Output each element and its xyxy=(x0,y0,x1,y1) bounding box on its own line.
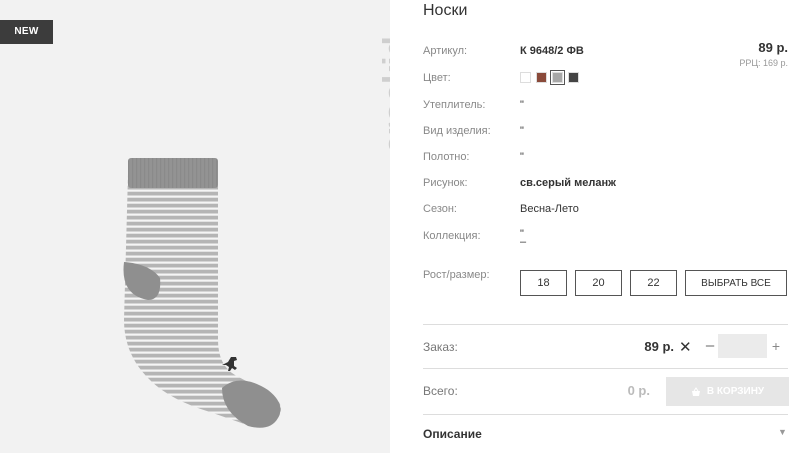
color-swatch-light-gray[interactable] xyxy=(550,70,565,85)
product-type-value: " xyxy=(520,125,524,137)
product-type-label: Вид изделия: xyxy=(423,125,491,137)
description-toggle[interactable]: Описание xyxy=(423,427,482,441)
rrc-price: РРЦ: 169 р. xyxy=(739,58,788,68)
collection-label: Коллекция: xyxy=(423,230,481,242)
color-swatches xyxy=(520,70,579,85)
order-price: 89 р. xyxy=(644,339,674,354)
total-value: 0 р. xyxy=(627,383,650,398)
size-option-18[interactable]: 18 xyxy=(520,270,567,296)
basket-icon xyxy=(691,386,700,396)
fabric-value: " xyxy=(520,151,524,163)
brand-logo: crockid xyxy=(343,14,390,159)
color-swatch-dark-gray[interactable] xyxy=(568,72,579,83)
product-title: Носки xyxy=(423,2,468,19)
product-image[interactable] xyxy=(110,150,290,430)
color-swatch-brown[interactable] xyxy=(536,72,547,83)
size-label: Рост/размер: xyxy=(423,269,490,281)
color-label: Цвет: xyxy=(423,72,451,84)
new-badge: NEW xyxy=(0,20,53,44)
product-price: 89 р. xyxy=(758,40,788,55)
divider xyxy=(423,368,788,369)
season-label: Сезон: xyxy=(423,203,457,215)
select-all-sizes-button[interactable]: ВЫБРАТЬ ВСЕ xyxy=(685,270,787,296)
brand-logo-text: crockid xyxy=(377,36,390,154)
size-option-22[interactable]: 22 xyxy=(630,270,677,296)
times-icon: ✕ xyxy=(679,339,692,356)
pattern-label: Рисунок: xyxy=(423,177,468,189)
color-swatch-white[interactable] xyxy=(520,72,531,83)
quantity-increase-button[interactable]: + xyxy=(769,336,783,356)
divider xyxy=(423,324,788,325)
order-label: Заказ: xyxy=(423,340,458,354)
insulation-value: " xyxy=(520,99,524,111)
article-value: К 9648/2 ФВ xyxy=(520,45,584,57)
pattern-value: св.серый меланж xyxy=(520,177,616,189)
article-label: Артикул: xyxy=(423,45,468,57)
size-option-20[interactable]: 20 xyxy=(575,270,622,296)
chevron-down-icon[interactable]: ▼ xyxy=(778,427,787,437)
add-to-cart-label: В КОРЗИНУ xyxy=(706,386,765,397)
insulation-label: Утеплитель: xyxy=(423,99,486,111)
fabric-label: Полотно: xyxy=(423,151,470,163)
size-options: 18 20 22 ВЫБРАТЬ ВСЕ xyxy=(520,270,787,296)
divider xyxy=(423,414,788,415)
season-value: Весна-Лето xyxy=(520,203,579,215)
total-label: Всего: xyxy=(423,384,458,398)
product-image-panel: NEW crockid xyxy=(0,0,390,453)
collection-value-dash: – xyxy=(520,236,527,248)
quantity-input[interactable] xyxy=(718,334,767,358)
quantity-decrease-button[interactable]: – xyxy=(703,336,717,356)
add-to-cart-button[interactable]: В КОРЗИНУ xyxy=(666,377,789,406)
